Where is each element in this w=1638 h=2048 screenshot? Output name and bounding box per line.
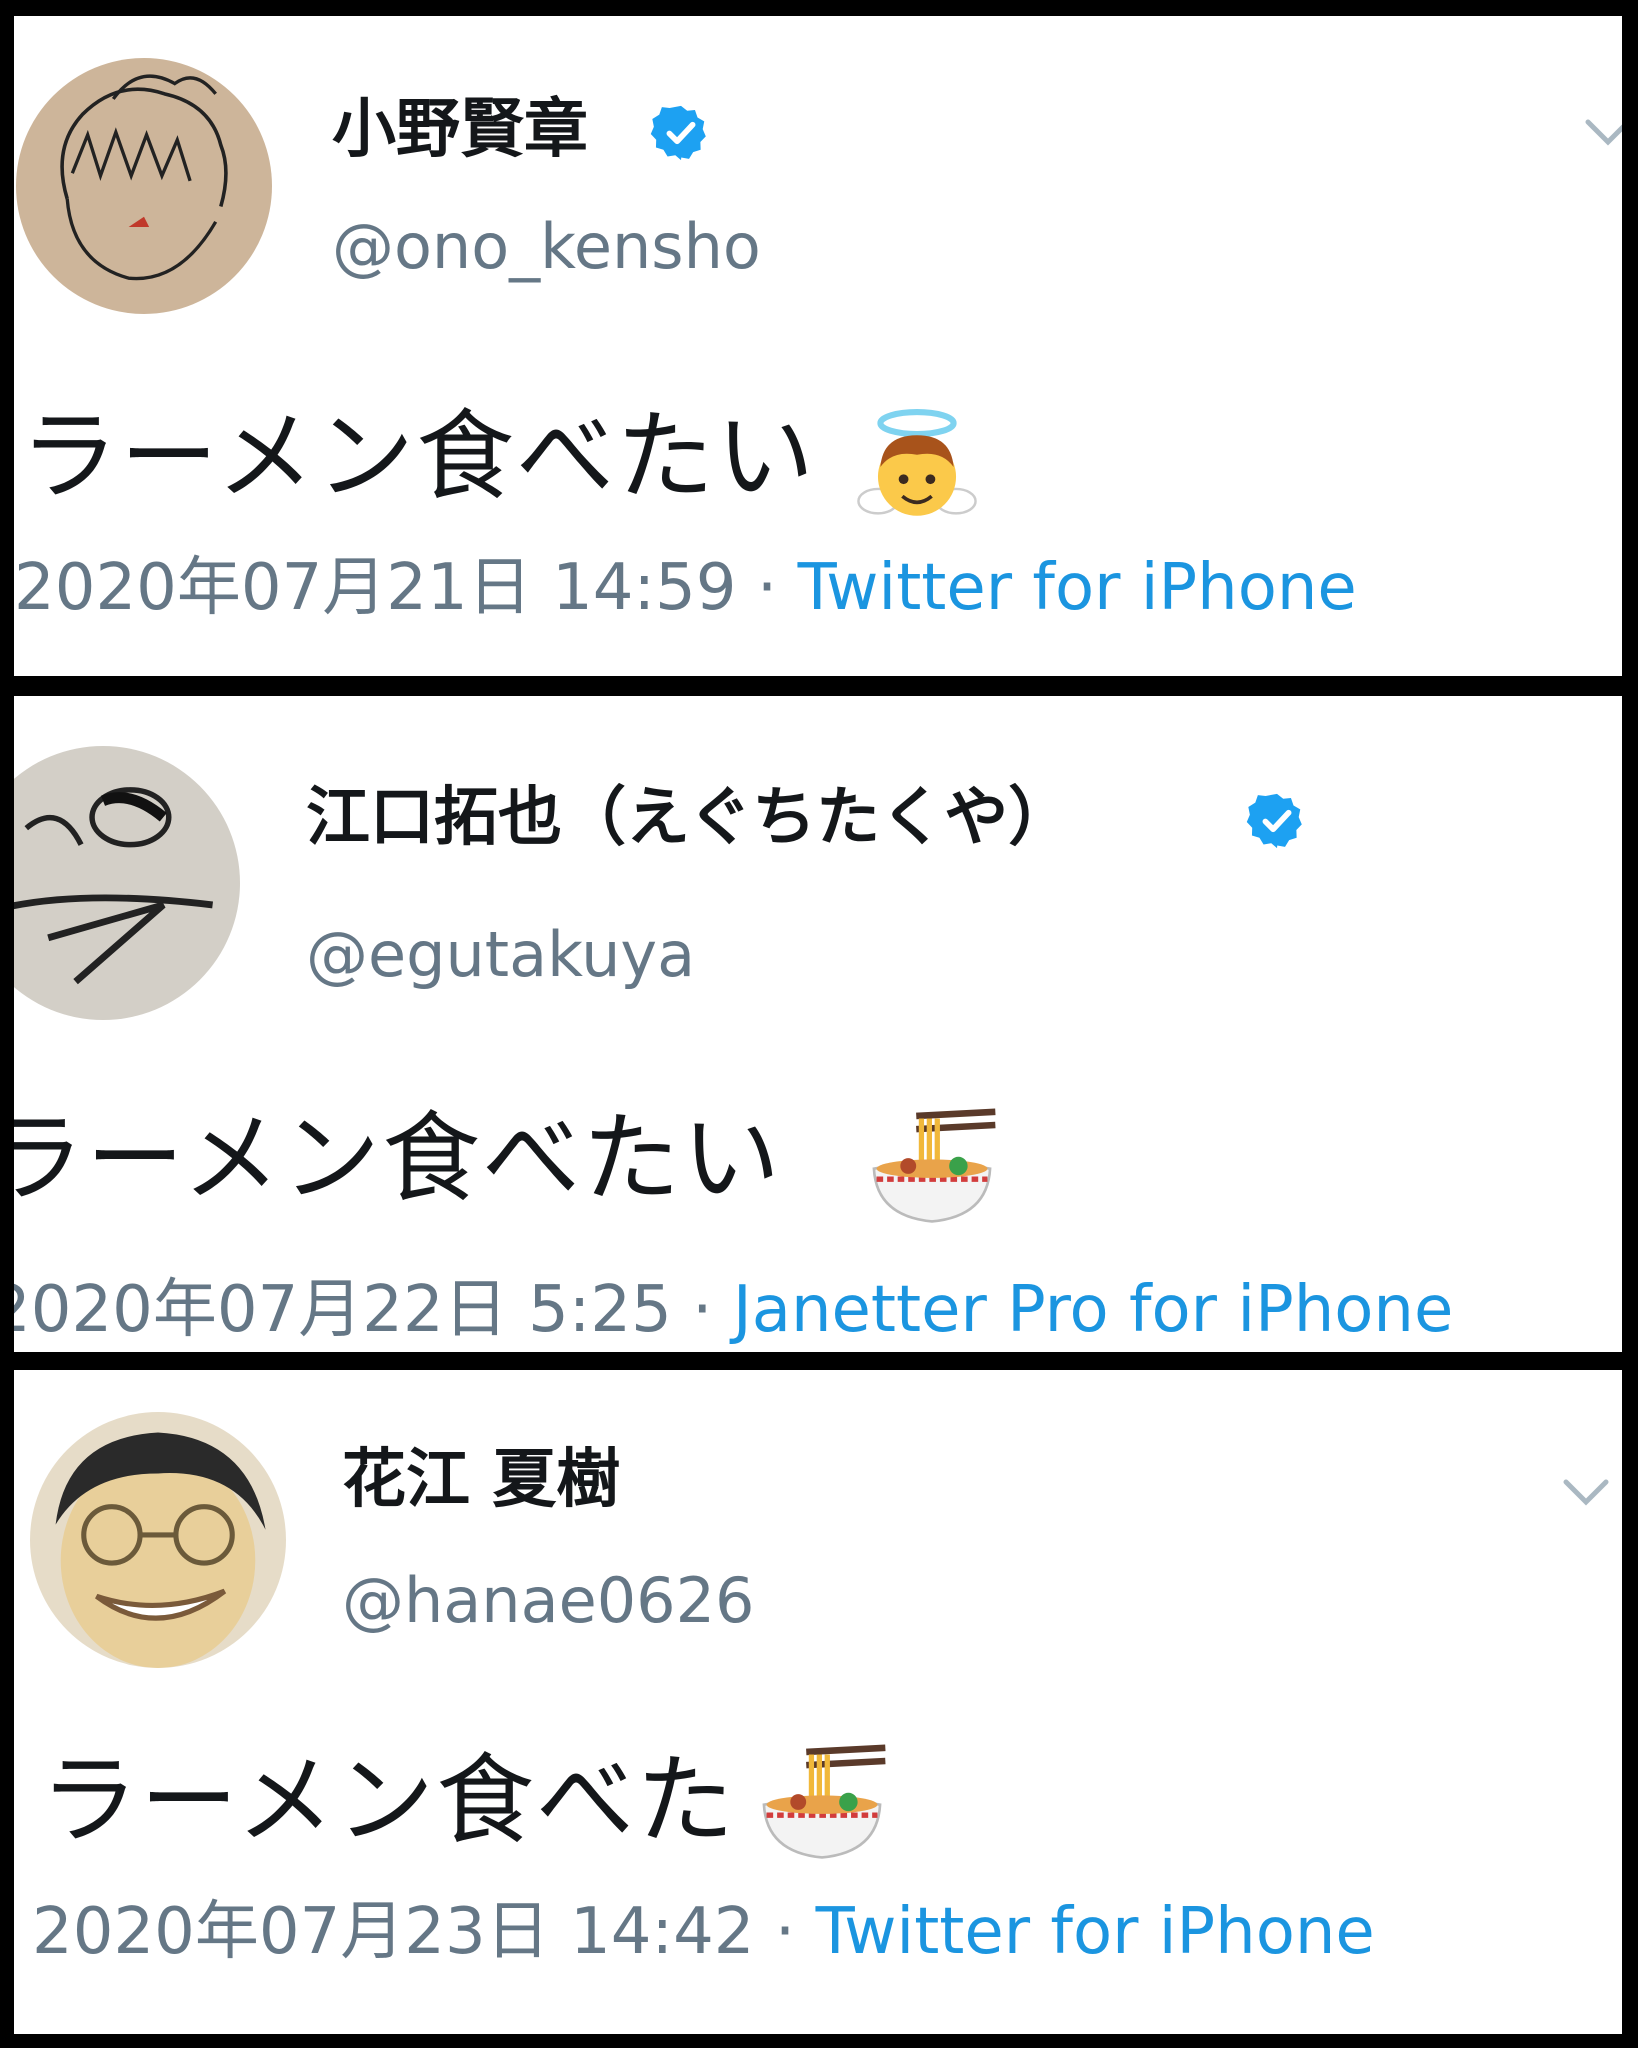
source-link[interactable]: Twitter for iPhone xyxy=(816,1895,1375,1969)
chevron-down-icon[interactable] xyxy=(1584,116,1622,148)
timestamp[interactable]: 2020年07月21日 14:59 xyxy=(14,551,737,625)
tweet-card-1[interactable]: 小野賢章 @ono_kensho ラーメン食べたい 2020年07月21日 14… xyxy=(14,16,1622,676)
separator: · xyxy=(754,1895,816,1969)
avatar-drawing xyxy=(14,746,240,1020)
avatar-drawing xyxy=(30,1412,286,1668)
ramen-bowl-emoji-icon xyxy=(864,1100,1000,1232)
separator: · xyxy=(671,1273,733,1347)
avatar[interactable] xyxy=(14,746,240,1020)
separator: · xyxy=(736,551,798,625)
source-link[interactable]: Janetter Pro for iPhone xyxy=(733,1273,1454,1347)
display-name[interactable]: 小野賢章 xyxy=(332,98,588,162)
avatar[interactable] xyxy=(30,1412,286,1668)
display-name[interactable]: 花江 夏樹 xyxy=(342,1448,620,1512)
tweet-card-3[interactable]: 花江 夏樹 @hanae0626 ラーメン食べた 2020年07月23日 14:… xyxy=(14,1370,1622,2034)
handle[interactable]: @ono_kensho xyxy=(332,216,761,278)
verified-badge-icon xyxy=(1246,790,1308,852)
handle[interactable]: @egutakuya xyxy=(306,924,695,986)
display-name[interactable]: 江口拓也（えぐちたくや） xyxy=(306,786,1072,850)
handle[interactable]: @hanae0626 xyxy=(342,1570,755,1632)
tweet-text: ラーメン食べたい xyxy=(20,400,817,514)
chevron-down-icon[interactable] xyxy=(1562,1476,1610,1508)
verified-badge-icon xyxy=(650,102,712,164)
ramen-bowl-emoji-icon xyxy=(754,1736,890,1868)
tweet-card-2[interactable]: 江口拓也（えぐちたくや） @egutakuya ラーメン食べたい 2020年07… xyxy=(14,696,1622,1352)
avatar-drawing xyxy=(16,58,272,314)
tweet-meta: 2020年07月23日 14:42 · Twitter for iPhone xyxy=(32,1900,1375,1964)
angel-emoji-icon xyxy=(856,406,978,528)
avatar[interactable] xyxy=(16,58,272,314)
tweet-meta: 2020年07月22日 5:25 · Janetter Pro for iPho… xyxy=(14,1278,1453,1342)
tweet-text: ラーメン食べた xyxy=(40,1744,737,1858)
timestamp[interactable]: 2020年07月23日 14:42 xyxy=(32,1895,755,1969)
tweet-text: ラーメン食べたい xyxy=(14,1102,783,1216)
timestamp[interactable]: 2020年07月22日 5:25 xyxy=(14,1273,672,1347)
source-link[interactable]: Twitter for iPhone xyxy=(798,551,1357,625)
tweet-meta: 2020年07月21日 14:59 · Twitter for iPhone xyxy=(14,556,1357,620)
